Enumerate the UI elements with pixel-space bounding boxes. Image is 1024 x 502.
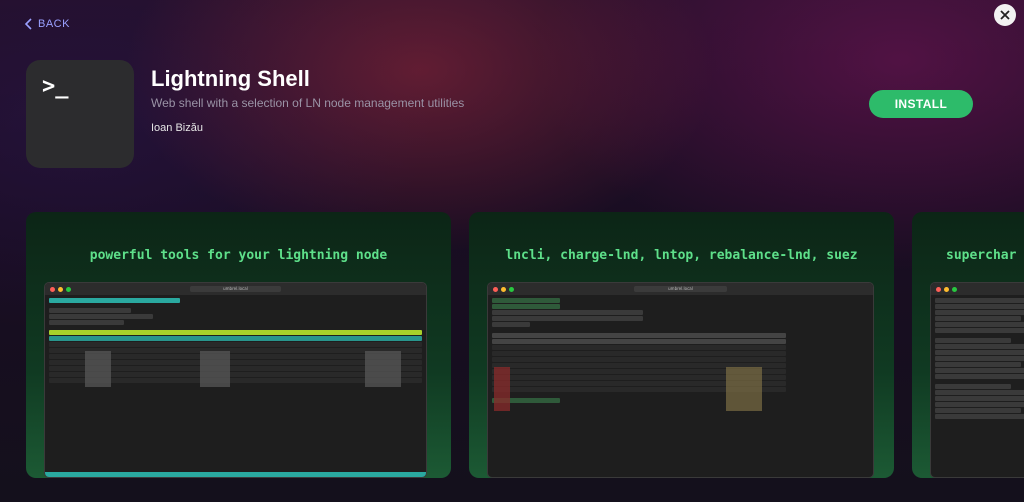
close-dot-icon bbox=[493, 286, 498, 292]
minimize-dot-icon bbox=[501, 286, 506, 292]
terminal-content bbox=[931, 295, 1024, 477]
screenshot-3[interactable]: superchar bbox=[912, 212, 1024, 478]
browser-window-mockup bbox=[930, 282, 1024, 478]
chevron-left-icon bbox=[24, 18, 32, 30]
window-titlebar: umbrel.local bbox=[488, 283, 873, 295]
app-subtitle: Web shell with a selection of LN node ma… bbox=[151, 96, 465, 110]
url-bar: umbrel.local bbox=[189, 286, 282, 292]
screenshot-1[interactable]: powerful tools for your lightning node u… bbox=[26, 212, 451, 478]
minimize-dot-icon bbox=[58, 286, 63, 292]
close-dot-icon bbox=[936, 286, 941, 292]
terminal-content bbox=[45, 295, 426, 477]
minimize-dot-icon bbox=[944, 286, 949, 292]
screenshot-caption: powerful tools for your lightning node bbox=[89, 248, 388, 263]
window-titlebar bbox=[931, 283, 1024, 295]
terminal-prompt-icon: >_ bbox=[42, 74, 69, 99]
back-label: BACK bbox=[38, 18, 70, 30]
screenshot-2[interactable]: lncli, charge-lnd, lntop, rebalance-lnd,… bbox=[469, 212, 894, 478]
install-button[interactable]: INSTALL bbox=[869, 90, 973, 118]
browser-window-mockup: umbrel.local bbox=[44, 282, 427, 478]
close-dot-icon bbox=[50, 286, 55, 292]
close-button[interactable] bbox=[994, 4, 1016, 26]
url-bar: umbrel.local bbox=[634, 286, 727, 292]
maximize-dot-icon bbox=[66, 286, 71, 292]
screenshot-caption: lncli, charge-lnd, lntop, rebalance-lnd,… bbox=[505, 248, 858, 263]
maximize-dot-icon bbox=[509, 286, 514, 292]
app-title: Lightning Shell bbox=[151, 66, 310, 91]
screenshot-caption: superchar bbox=[946, 248, 1017, 263]
maximize-dot-icon bbox=[952, 286, 957, 292]
browser-window-mockup: umbrel.local bbox=[487, 282, 874, 478]
window-titlebar: umbrel.local bbox=[45, 283, 426, 295]
screenshot-gallery[interactable]: powerful tools for your lightning node u… bbox=[26, 212, 1024, 478]
terminal-content bbox=[488, 295, 873, 477]
app-icon: >_ bbox=[26, 60, 134, 168]
back-button[interactable]: BACK bbox=[24, 18, 70, 30]
close-icon bbox=[1000, 10, 1010, 20]
app-author: Ioan Bizău bbox=[151, 122, 203, 134]
